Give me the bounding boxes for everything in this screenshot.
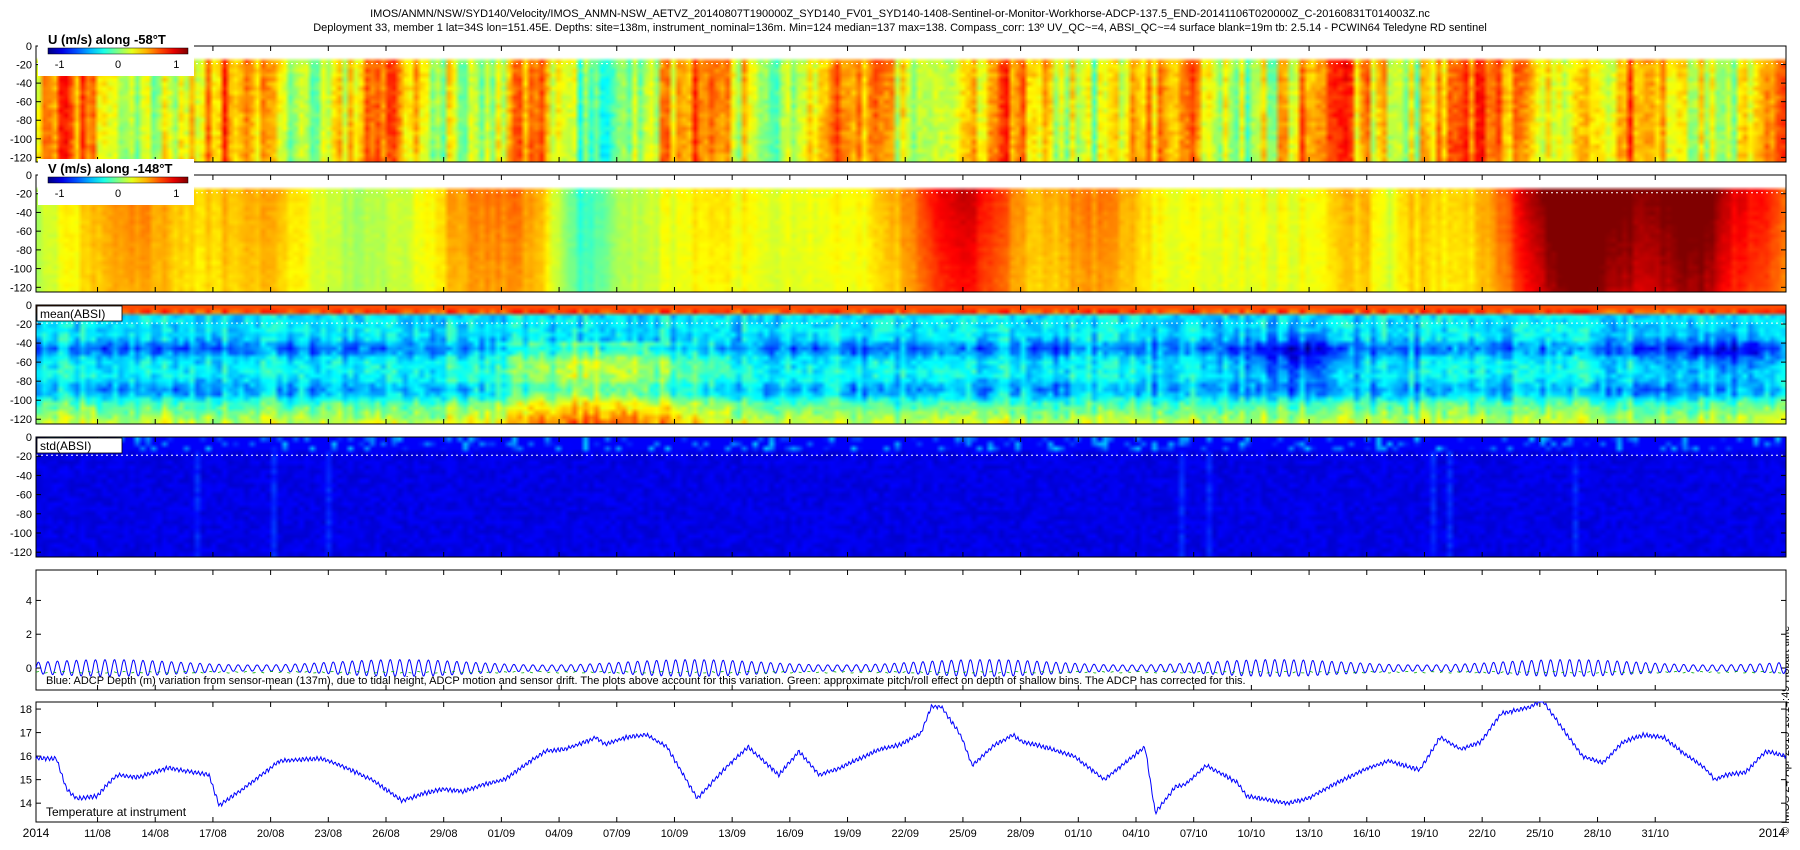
x-tick-label: 28/10 (1584, 828, 1612, 840)
colorbar-tick-label: 1 (173, 59, 179, 71)
colorbar-tick-label: 1 (173, 188, 179, 200)
y-tick-label: -20 (16, 451, 32, 463)
x-tick-label: 23/08 (315, 828, 343, 840)
x-tick-label: 20/08 (257, 828, 285, 840)
x-tick-label: 26/08 (372, 828, 400, 840)
y-tick-label: -40 (16, 338, 32, 350)
y-tick-label: 15 (20, 775, 32, 787)
y-tick-label: 18 (20, 704, 32, 716)
y-tick-label: -120 (10, 152, 32, 164)
y-tick-label: -20 (16, 60, 32, 72)
y-tick-label: -80 (16, 115, 32, 127)
colorbar-tick-label: -1 (55, 188, 65, 200)
x-tick-label: 19/10 (1411, 828, 1439, 840)
y-tick-label: 0 (26, 170, 32, 182)
x-tick-label: 04/09 (545, 828, 573, 840)
x-tick-label: 31/10 (1641, 828, 1669, 840)
y-tick-label: 16 (20, 751, 32, 763)
x-tick-label: 07/09 (603, 828, 631, 840)
panel-title: std(ABSI) (40, 439, 91, 453)
y-tick-label: 4 (26, 595, 32, 607)
y-tick-label: -40 (16, 78, 32, 90)
y-tick-label: -60 (16, 97, 32, 109)
x-tick-label: 10/10 (1238, 828, 1266, 840)
x-tick-label: 22/10 (1468, 828, 1496, 840)
x-tick-label: 01/09 (488, 828, 516, 840)
colorbar (47, 47, 189, 55)
y-tick-label: -20 (16, 189, 32, 201)
x-tick-label: 13/09 (718, 828, 746, 840)
y-tick-label: -60 (16, 226, 32, 238)
panel-title: V (m/s) along -148°T (48, 161, 172, 176)
temperature-caption: Temperature at instrument (46, 805, 187, 819)
x-tick-label: 19/09 (834, 828, 862, 840)
x-tick-label: 16/10 (1353, 828, 1381, 840)
x-tick-label: 01/10 (1065, 828, 1093, 840)
y-tick-label: 17 (20, 728, 32, 740)
y-tick-label: -20 (16, 319, 32, 331)
x-tick-label: 04/10 (1122, 828, 1150, 840)
year-end-label: 2014 (1759, 826, 1786, 840)
y-tick-label: -100 (10, 264, 32, 276)
y-tick-label: -100 (10, 134, 32, 146)
x-tick-label: 22/09 (891, 828, 919, 840)
y-tick-label: 14 (20, 798, 32, 810)
y-tick-label: -120 (10, 282, 32, 294)
y-tick-label: -80 (16, 509, 32, 521)
panel-title: U (m/s) along -58°T (48, 32, 166, 47)
y-tick-label: -40 (16, 470, 32, 482)
x-tick-label: 28/09 (1007, 828, 1035, 840)
y-tick-label: -40 (16, 207, 32, 219)
x-tick-label: 11/08 (84, 828, 111, 840)
depth-caption: Blue: ADCP Depth (m) variation from sens… (46, 675, 1246, 687)
y-tick-label: -100 (10, 528, 32, 540)
y-tick-label: -100 (10, 395, 32, 407)
y-tick-label: 0 (26, 663, 32, 675)
y-tick-label: 0 (26, 432, 32, 444)
panel-title: mean(ABSI) (40, 307, 105, 321)
x-tick-label: 16/09 (776, 828, 804, 840)
y-tick-label: -60 (16, 357, 32, 369)
year-start-label: 2014 (23, 826, 50, 840)
y-tick-label: 2 (26, 629, 32, 641)
y-tick-label: 0 (26, 41, 32, 53)
x-tick-label: 07/10 (1180, 828, 1208, 840)
y-tick-label: -120 (10, 414, 32, 426)
y-tick-label: 0 (26, 300, 32, 312)
x-tick-label: 29/08 (430, 828, 458, 840)
x-tick-label: 10/09 (661, 828, 689, 840)
colorbar-tick-label: 0 (115, 59, 121, 71)
colorbar-tick-label: -1 (55, 59, 65, 71)
panel-frame-temp (35, 701, 1787, 823)
figure: 0-20-40-60-80-100-120U (m/s) along -58°T… (10, 30, 1787, 840)
x-tick-label: 25/09 (949, 828, 977, 840)
y-tick-label: -80 (16, 245, 32, 257)
y-tick-label: -120 (10, 547, 32, 559)
y-tick-label: -60 (16, 490, 32, 502)
x-tick-label: 13/10 (1295, 828, 1323, 840)
y-tick-label: -80 (16, 376, 32, 388)
x-tick-label: 14/08 (141, 828, 169, 840)
colorbar (47, 176, 189, 184)
colorbar-tick-label: 0 (115, 188, 121, 200)
x-tick-label: 25/10 (1526, 828, 1554, 840)
x-tick-label: 17/08 (199, 828, 227, 840)
